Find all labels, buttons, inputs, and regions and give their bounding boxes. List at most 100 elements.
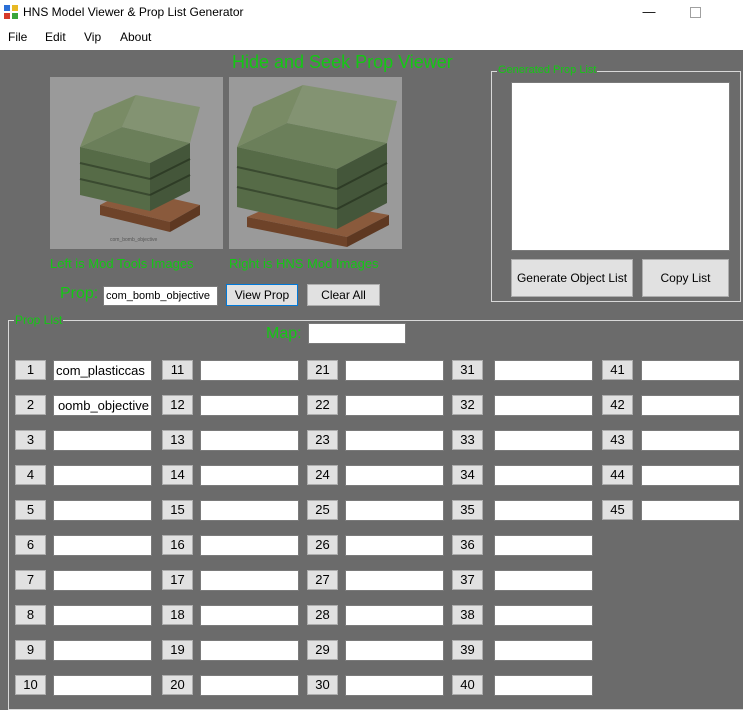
slot-input[interactable] xyxy=(53,675,152,696)
slot-number-button[interactable]: 21 xyxy=(307,360,338,380)
slot-input[interactable] xyxy=(53,430,152,451)
slot-input[interactable] xyxy=(641,465,740,486)
slot-input[interactable] xyxy=(200,395,299,416)
slot-number-button[interactable]: 19 xyxy=(162,640,193,660)
slot-number-button[interactable]: 5 xyxy=(15,500,46,520)
prop-input[interactable]: com_bomb_objective xyxy=(103,286,218,306)
slot-input[interactable] xyxy=(641,500,740,521)
slot-number-button[interactable]: 30 xyxy=(307,675,338,695)
slot-input[interactable] xyxy=(641,360,740,381)
slot-number-button[interactable]: 25 xyxy=(307,500,338,520)
slot-input[interactable] xyxy=(494,535,593,556)
slot-input[interactable]: com_plasticcas xyxy=(53,360,152,381)
slot-number-button[interactable]: 7 xyxy=(15,570,46,590)
menu-about[interactable]: About xyxy=(120,30,151,44)
menu-edit[interactable]: Edit xyxy=(45,30,66,44)
slot-input[interactable] xyxy=(345,430,444,451)
slot-input[interactable] xyxy=(345,465,444,486)
slot-input[interactable] xyxy=(494,675,593,696)
slot-input[interactable] xyxy=(345,360,444,381)
slot-number-button[interactable]: 29 xyxy=(307,640,338,660)
slot-input[interactable] xyxy=(345,570,444,591)
slot-number-button[interactable]: 3 xyxy=(15,430,46,450)
copy-list-button[interactable]: Copy List xyxy=(642,259,729,297)
slot-number-button[interactable]: 16 xyxy=(162,535,193,555)
slot-input[interactable] xyxy=(200,570,299,591)
minimize-button[interactable]: — xyxy=(626,0,672,26)
slot-number-button[interactable]: 37 xyxy=(452,570,483,590)
slot-number-button[interactable]: 10 xyxy=(15,675,46,695)
slot-input[interactable] xyxy=(200,535,299,556)
slot-input[interactable] xyxy=(345,535,444,556)
slot-number-button[interactable]: 28 xyxy=(307,605,338,625)
slot-number-button[interactable]: 45 xyxy=(602,500,633,520)
slot-input[interactable] xyxy=(53,640,152,661)
slot-number-button[interactable]: 23 xyxy=(307,430,338,450)
slot-number-button[interactable]: 35 xyxy=(452,500,483,520)
map-input[interactable] xyxy=(308,323,406,344)
slot-number-button[interactable]: 44 xyxy=(602,465,633,485)
slot-number-button[interactable]: 13 xyxy=(162,430,193,450)
menu-vip[interactable]: Vip xyxy=(84,30,101,44)
slot-input[interactable] xyxy=(53,535,152,556)
slot-input[interactable] xyxy=(494,500,593,521)
slot-input[interactable] xyxy=(53,570,152,591)
slot-number-button[interactable]: 27 xyxy=(307,570,338,590)
slot-input[interactable] xyxy=(345,640,444,661)
maximize-button[interactable] xyxy=(672,0,718,26)
slot-input[interactable] xyxy=(345,395,444,416)
slot-number-button[interactable]: 42 xyxy=(602,395,633,415)
slot-input[interactable] xyxy=(200,640,299,661)
slot-input[interactable] xyxy=(494,430,593,451)
clear-all-button[interactable]: Clear All xyxy=(307,284,380,306)
slot-input[interactable] xyxy=(494,360,593,381)
slot-input[interactable] xyxy=(641,430,740,451)
slot-number-button[interactable]: 15 xyxy=(162,500,193,520)
slot-input[interactable] xyxy=(345,675,444,696)
slot-input[interactable] xyxy=(200,360,299,381)
slot-input[interactable] xyxy=(641,395,740,416)
slot-number-button[interactable]: 24 xyxy=(307,465,338,485)
slot-number-button[interactable]: 38 xyxy=(452,605,483,625)
slot-input[interactable]: oomb_objective xyxy=(53,395,152,416)
slot-number-button[interactable]: 39 xyxy=(452,640,483,660)
slot-input[interactable] xyxy=(53,465,152,486)
slot-number-button[interactable]: 4 xyxy=(15,465,46,485)
slot-number-button[interactable]: 26 xyxy=(307,535,338,555)
slot-input[interactable] xyxy=(200,605,299,626)
slot-input[interactable] xyxy=(494,605,593,626)
slot-number-button[interactable]: 33 xyxy=(452,430,483,450)
slot-input[interactable] xyxy=(200,465,299,486)
view-prop-button[interactable]: View Prop xyxy=(226,284,298,306)
slot-input[interactable] xyxy=(200,500,299,521)
generate-object-list-button[interactable]: Generate Object List xyxy=(511,259,633,297)
slot-number-button[interactable]: 40 xyxy=(452,675,483,695)
slot-input[interactable] xyxy=(345,605,444,626)
generated-list-textarea[interactable] xyxy=(511,82,730,251)
slot-input[interactable] xyxy=(53,605,152,626)
slot-input[interactable] xyxy=(53,500,152,521)
slot-number-button[interactable]: 31 xyxy=(452,360,483,380)
slot-number-button[interactable]: 32 xyxy=(452,395,483,415)
slot-number-button[interactable]: 41 xyxy=(602,360,633,380)
slot-input[interactable] xyxy=(494,395,593,416)
slot-input[interactable] xyxy=(200,675,299,696)
slot-input[interactable] xyxy=(200,430,299,451)
slot-number-button[interactable]: 34 xyxy=(452,465,483,485)
slot-input[interactable] xyxy=(494,570,593,591)
slot-input[interactable] xyxy=(345,500,444,521)
slot-input[interactable] xyxy=(494,640,593,661)
slot-input[interactable] xyxy=(494,465,593,486)
slot-number-button[interactable]: 12 xyxy=(162,395,193,415)
slot-number-button[interactable]: 17 xyxy=(162,570,193,590)
slot-number-button[interactable]: 20 xyxy=(162,675,193,695)
slot-number-button[interactable]: 36 xyxy=(452,535,483,555)
slot-number-button[interactable]: 1 xyxy=(15,360,46,380)
slot-number-button[interactable]: 6 xyxy=(15,535,46,555)
menu-file[interactable]: File xyxy=(8,30,27,44)
slot-number-button[interactable]: 18 xyxy=(162,605,193,625)
slot-number-button[interactable]: 14 xyxy=(162,465,193,485)
slot-number-button[interactable]: 2 xyxy=(15,395,46,415)
slot-number-button[interactable]: 9 xyxy=(15,640,46,660)
slot-number-button[interactable]: 8 xyxy=(15,605,46,625)
